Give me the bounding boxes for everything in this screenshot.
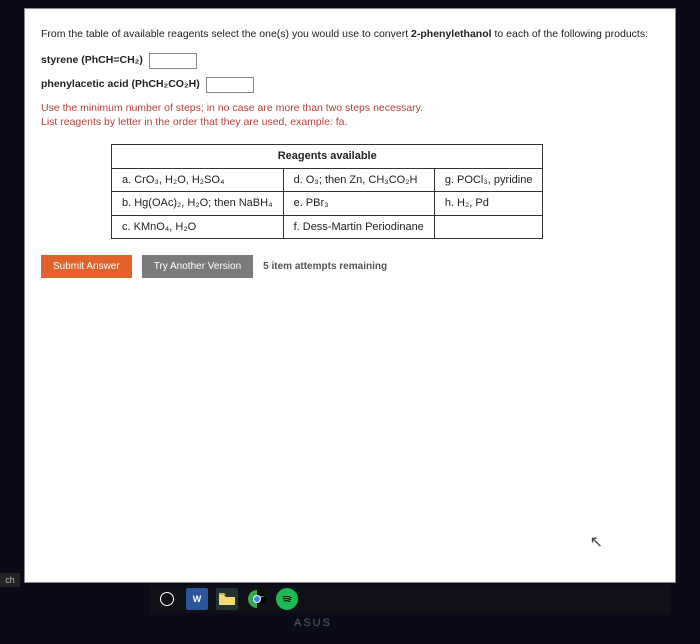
answer-input-phenylacetic[interactable] (206, 77, 254, 93)
app-window: From the table of available reagents sel… (24, 8, 676, 583)
reagents-table: Reagents available a. CrO₃, H₂O, H₂SO₄ d… (111, 144, 543, 239)
try-another-button[interactable]: Try Another Version (142, 255, 253, 278)
laptop-brand: ASUS (294, 617, 332, 629)
question-prompt: From the table of available reagents sel… (41, 27, 659, 43)
instructions-line2: List reagents by letter in the order tha… (41, 116, 347, 128)
instructions: Use the minimum number of steps; in no c… (41, 101, 659, 130)
taskbar: W (150, 585, 670, 613)
instructions-line1: Use the minimum number of steps; in no c… (41, 102, 423, 114)
question-content: From the table of available reagents sel… (25, 9, 675, 288)
sidebar-tab[interactable]: ch (0, 573, 20, 587)
cursor-icon: ↖ (590, 532, 603, 552)
reagent-b: b. Hg(OAc)₂, H₂O; then NaBH₄ (112, 192, 284, 216)
answer-input-styrene[interactable] (149, 53, 197, 69)
reagent-h: h. H₂, Pd (434, 192, 543, 216)
attempts-remaining: 5 item attempts remaining (263, 259, 387, 274)
submit-button[interactable]: Submit Answer (41, 255, 132, 278)
chrome-icon[interactable] (246, 588, 268, 610)
product-label-styrene: styrene (PhCH=CH₂) (41, 53, 143, 69)
prompt-pre: From the table of available reagents sel… (41, 28, 411, 40)
button-row: Submit Answer Try Another Version 5 item… (41, 255, 659, 278)
table-header: Reagents available (112, 145, 543, 169)
cortana-icon[interactable] (156, 588, 178, 610)
reagent-empty (434, 215, 543, 239)
spotify-icon[interactable] (276, 588, 298, 610)
reagent-d: d. O₃; then Zn, CH₃CO₂H (283, 168, 434, 192)
prompt-post: to each of the following products: (492, 28, 648, 40)
reagent-a: a. CrO₃, H₂O, H₂SO₄ (112, 168, 284, 192)
product-row-phenylacetic: phenylacetic acid (PhCH₂CO₂H) (41, 77, 659, 93)
reagent-f: f. Dess-Martin Periodinane (283, 215, 434, 239)
reagent-c: c. KMnO₄, H₂O (112, 215, 284, 239)
reagent-e: e. PBr₃ (283, 192, 434, 216)
reagent-g: g. POCl₃, pyridine (434, 168, 543, 192)
product-row-styrene: styrene (PhCH=CH₂) (41, 53, 659, 69)
file-explorer-icon[interactable] (216, 588, 238, 610)
word-icon[interactable]: W (186, 588, 208, 610)
product-label-phenylacetic: phenylacetic acid (PhCH₂CO₂H) (41, 77, 200, 93)
prompt-compound: 2-phenylethanol (411, 28, 492, 40)
